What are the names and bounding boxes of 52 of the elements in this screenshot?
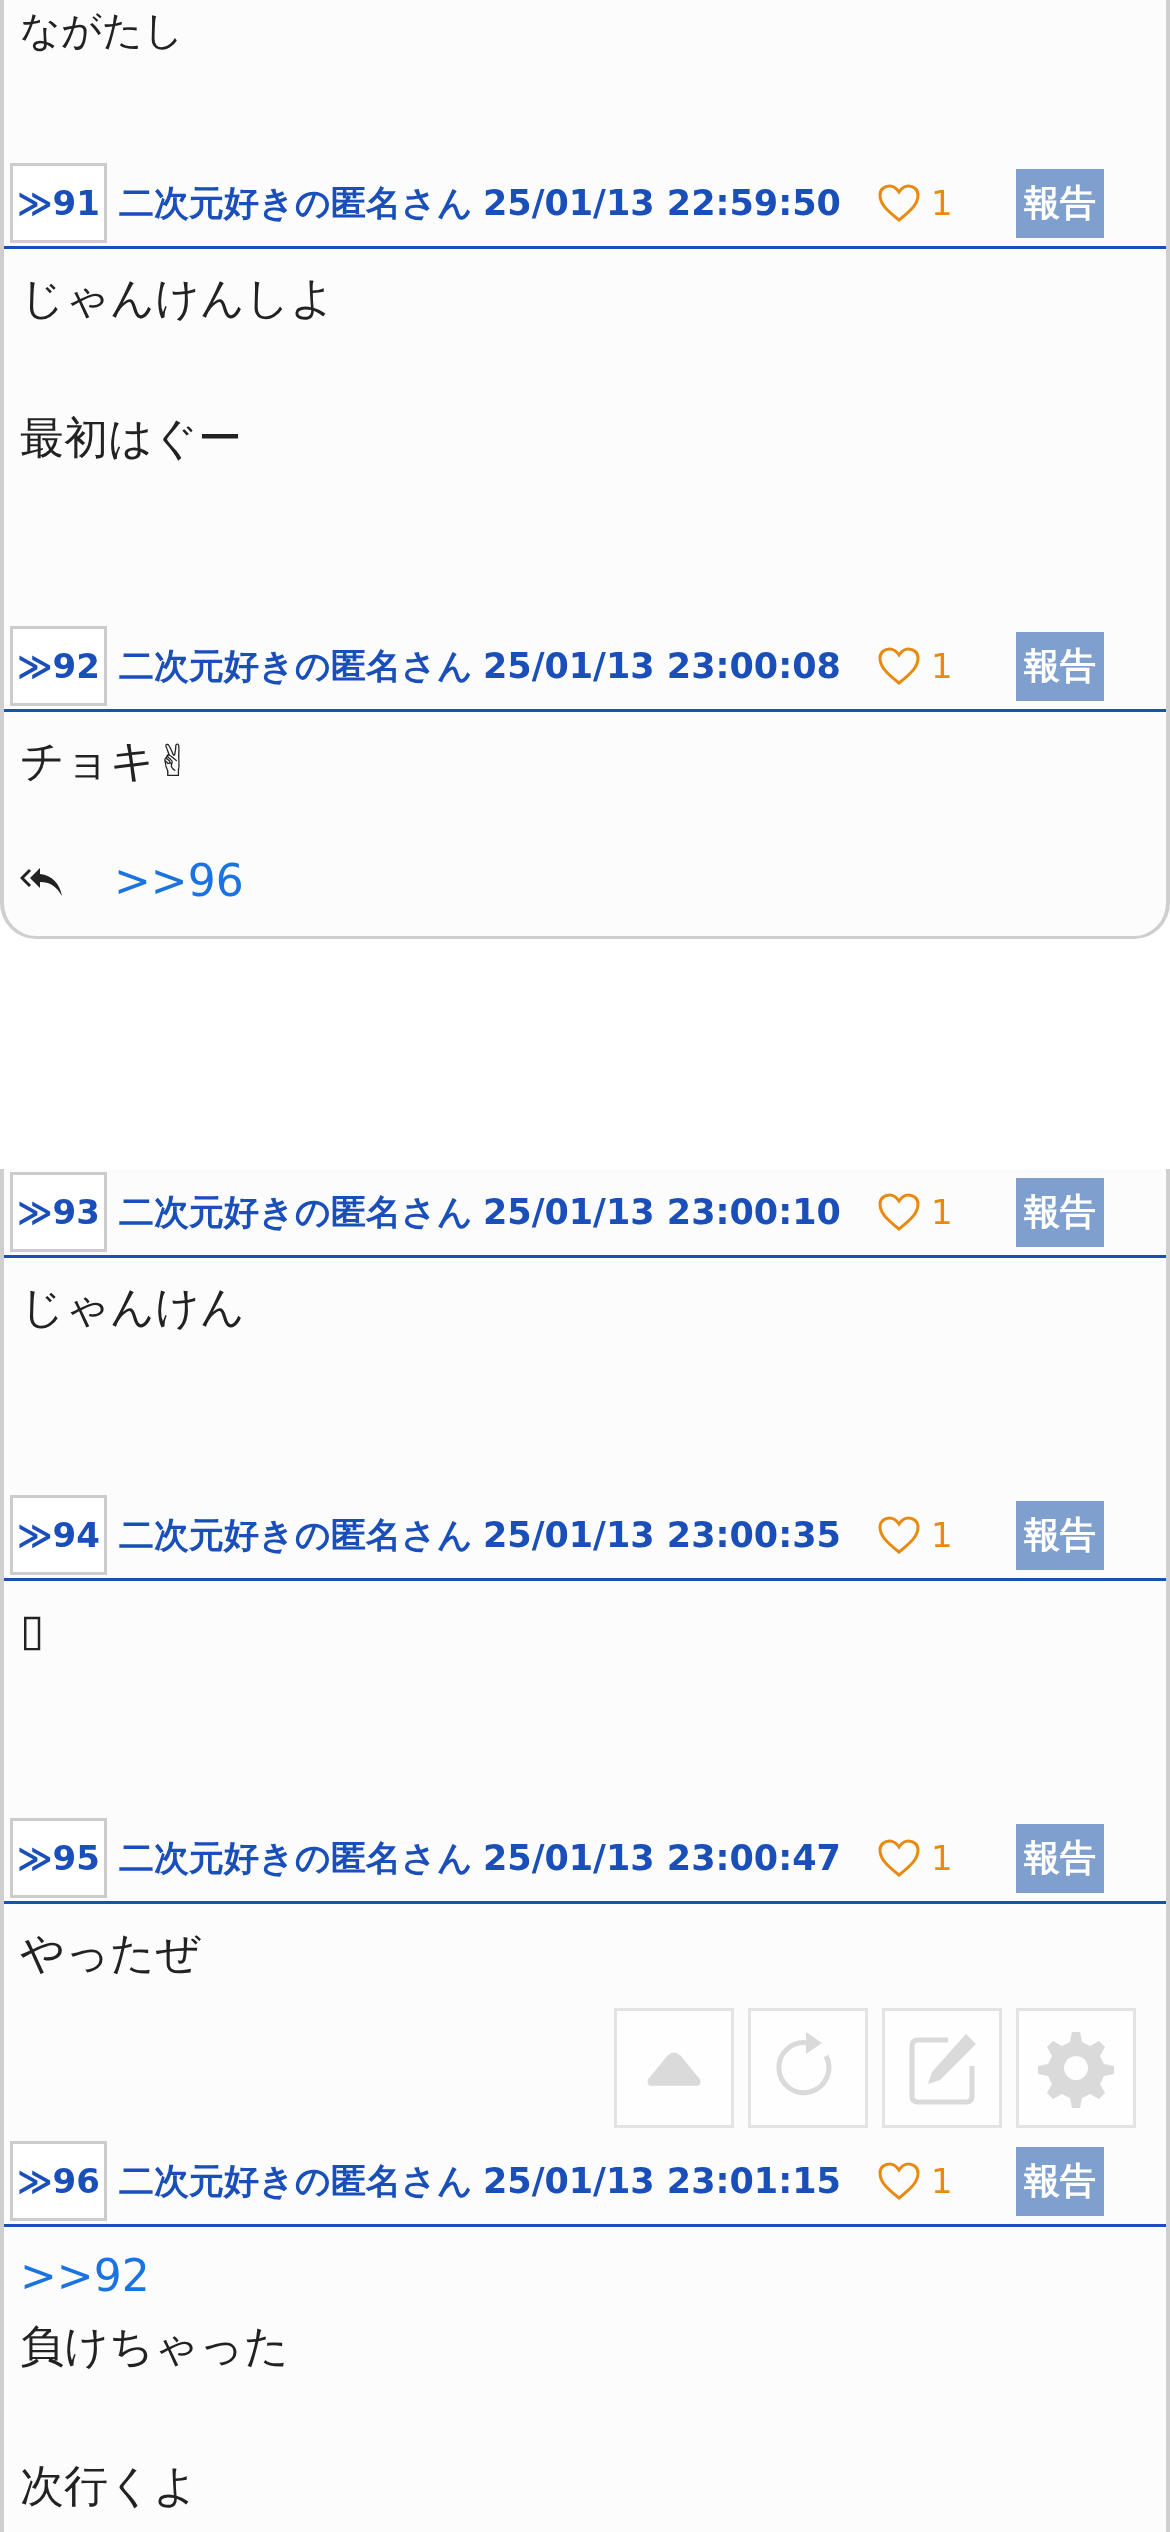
post-text: 負けちゃった bbox=[20, 2319, 290, 2373]
author-name: 二次元好きの匿名さん bbox=[118, 1190, 473, 1234]
heart-icon bbox=[876, 1838, 921, 1878]
post-number[interactable]: ≫93 bbox=[10, 1172, 107, 1252]
post-text: やったぜ bbox=[20, 1926, 202, 1980]
post-text: ▯ bbox=[20, 1603, 46, 1657]
reply-link[interactable]: >>96 bbox=[114, 846, 244, 916]
quote-link[interactable]: >>92 bbox=[20, 2250, 150, 2301]
post-number[interactable]: ≫92 bbox=[10, 626, 107, 706]
post-date: 25/01/13 22:59:50 bbox=[482, 183, 841, 223]
post-text: 最初はぐー bbox=[20, 411, 243, 465]
report-button[interactable]: 報告 bbox=[1016, 1823, 1104, 1893]
compose-button[interactable] bbox=[882, 2008, 1002, 2128]
author-name: 二次元好きの匿名さん bbox=[118, 1513, 473, 1557]
report-button[interactable]: 報告 bbox=[1016, 1500, 1104, 1570]
report-button[interactable]: 報告 bbox=[1016, 2146, 1104, 2216]
author-name: 二次元好きの匿名さん bbox=[118, 1836, 473, 1880]
heart-icon bbox=[876, 646, 921, 686]
author-name: 二次元好きの匿名さん bbox=[118, 644, 473, 688]
settings-button[interactable] bbox=[1016, 2008, 1136, 2128]
heart-icon bbox=[876, 183, 921, 223]
reload-button[interactable] bbox=[748, 2008, 868, 2128]
post-text: 次行くよ bbox=[20, 2459, 199, 2513]
triangle-up-icon bbox=[646, 2050, 702, 2086]
like-count: 1 bbox=[930, 2161, 953, 2201]
heart-icon bbox=[876, 2161, 921, 2201]
post-date: 25/01/13 23:00:35 bbox=[482, 1515, 841, 1555]
post-text: じゃんけんしよ bbox=[20, 271, 336, 325]
post-date: 25/01/13 23:00:47 bbox=[482, 1838, 841, 1878]
post-date: 25/01/13 23:00:10 bbox=[482, 1192, 841, 1232]
like-count: 1 bbox=[930, 1192, 953, 1232]
heart-icon bbox=[876, 1192, 921, 1232]
like-count: 1 bbox=[930, 646, 953, 686]
like-count: 1 bbox=[930, 1838, 953, 1878]
heart-icon bbox=[876, 1515, 921, 1555]
report-button[interactable]: 報告 bbox=[1016, 631, 1104, 701]
post-date: 25/01/13 23:01:15 bbox=[482, 2161, 841, 2201]
post-number[interactable]: ≫95 bbox=[10, 1818, 107, 1898]
post-date: 25/01/13 23:00:08 bbox=[482, 646, 841, 686]
author-name: 二次元好きの匿名さん bbox=[118, 181, 473, 225]
report-button[interactable]: 報告 bbox=[1016, 168, 1104, 238]
post-number[interactable]: ≫91 bbox=[10, 163, 107, 243]
report-button[interactable]: 報告 bbox=[1016, 1177, 1104, 1247]
author-name: 二次元好きの匿名さん bbox=[118, 2159, 473, 2203]
post-text: ながたし bbox=[19, 6, 185, 55]
post-text: チョキ✌ bbox=[20, 734, 193, 788]
post-number[interactable]: ≫94 bbox=[10, 1495, 107, 1575]
like-count: 1 bbox=[930, 1515, 953, 1555]
post-number[interactable]: ≫96 bbox=[10, 2141, 107, 2221]
scroll-top-button[interactable] bbox=[614, 2008, 734, 2128]
like-count: 1 bbox=[930, 183, 953, 223]
post-text: じゃんけん bbox=[20, 1280, 246, 1334]
